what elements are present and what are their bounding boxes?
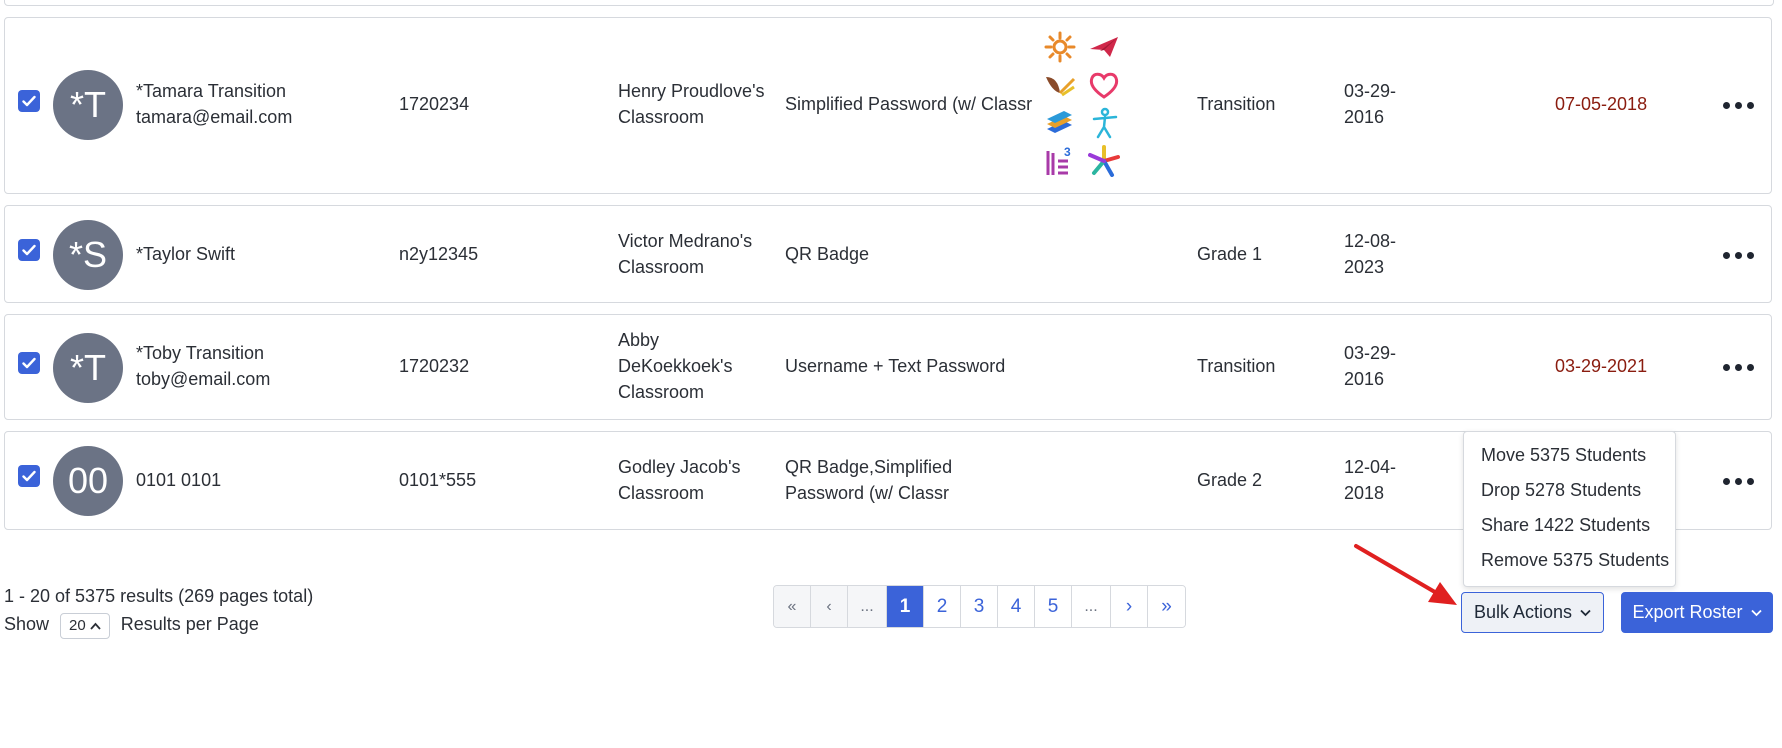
- student-name[interactable]: *Toby Transition: [136, 340, 270, 366]
- page-3-button[interactable]: 3: [961, 586, 998, 627]
- menu-item-remove[interactable]: Remove 5375 Students: [1481, 550, 1669, 571]
- bulk-actions-label: Bulk Actions: [1473, 602, 1573, 622]
- sun-app-icon: [1044, 31, 1076, 63]
- avatar: *S: [53, 220, 123, 290]
- avatar: *T: [53, 333, 123, 403]
- pinwheel-app-icon: [1088, 145, 1120, 177]
- avatar: 00: [53, 446, 123, 516]
- prev-page-button[interactable]: ‹: [811, 586, 848, 627]
- student-name[interactable]: *Taylor Swift: [136, 241, 235, 267]
- per-page-row: Show 20 Results per Page: [4, 610, 313, 639]
- classroom: Victor Medrano's Classroom: [618, 231, 753, 277]
- student-name-cell: *Tamara Transition tamara@email.com: [136, 78, 292, 130]
- birthdate: 03-29-2016: [1344, 81, 1397, 127]
- table-row[interactable]: *T *Tamara Transition tamara@email.com 1…: [4, 17, 1772, 194]
- ellipsis-left: ...: [848, 586, 887, 627]
- ll3-app-icon: 3: [1046, 145, 1071, 175]
- login-method: Simplified Password (w/ Classr: [785, 94, 1033, 114]
- menu-item-move[interactable]: Move 5375 Students: [1481, 445, 1646, 466]
- more-actions-icon[interactable]: [1723, 252, 1754, 259]
- row-checkbox[interactable]: [18, 352, 40, 374]
- row-checkbox[interactable]: [18, 465, 40, 487]
- svg-text:3: 3: [1064, 145, 1071, 159]
- login-method: QR Badge: [785, 244, 870, 264]
- person-app-icon: [1092, 107, 1118, 139]
- student-id: n2y12345: [399, 244, 479, 264]
- check-icon: [22, 95, 36, 107]
- heart-app-icon: [1089, 72, 1119, 99]
- grade: Transition: [1197, 356, 1276, 376]
- student-name[interactable]: *Tamara Transition: [136, 78, 292, 104]
- classroom: Godley Jacob's Classroom: [618, 457, 741, 503]
- chevron-up-icon: [90, 622, 101, 630]
- student-id: 0101*555: [399, 470, 477, 490]
- leaf-app-icon: [1046, 77, 1076, 97]
- row-checkbox[interactable]: [18, 90, 40, 112]
- first-page-button[interactable]: «: [774, 586, 811, 627]
- apps-grid: 3: [1044, 31, 1132, 177]
- birthdate: 12-08-2023: [1344, 231, 1397, 277]
- chevron-down-icon: [1750, 609, 1762, 616]
- student-id: 1720232: [399, 356, 470, 376]
- bulk-actions-menu: Move 5375 Students Drop 5278 Students Sh…: [1463, 431, 1676, 587]
- page-1-button[interactable]: 1: [887, 586, 924, 627]
- grade: Transition: [1197, 94, 1276, 114]
- date-cell: 03-29-2021: [1555, 356, 1648, 376]
- results-summary: 1 - 20 of 5375 results (269 pages total)…: [4, 582, 313, 639]
- student-name[interactable]: 0101 0101: [136, 467, 221, 493]
- chevron-down-icon: [1580, 609, 1591, 616]
- classroom: Henry Proudlove's Classroom: [618, 81, 765, 127]
- row-checkbox[interactable]: [18, 239, 40, 261]
- more-actions-icon[interactable]: [1723, 102, 1754, 109]
- birthdate: 12-04-2018: [1344, 457, 1397, 503]
- per-page-select[interactable]: 20: [60, 613, 110, 639]
- paper-plane-app-icon: [1090, 37, 1118, 57]
- avatar: *T: [53, 70, 123, 140]
- grade: Grade 2: [1197, 470, 1263, 490]
- login-method: Username + Text Password: [785, 356, 1006, 376]
- classroom: Abby DeKoekkoek's Classroom: [618, 330, 733, 402]
- table-row[interactable]: *S *Taylor Swift n2y12345 Victor Medrano…: [4, 205, 1772, 303]
- date-cell: 07-05-2018: [1555, 94, 1648, 114]
- table-row[interactable]: *T *Toby Transition toby@email.com 17202…: [4, 314, 1772, 420]
- results-count: 1 - 20 of 5375 results (269 pages total): [4, 586, 314, 606]
- more-actions-icon[interactable]: [1723, 364, 1754, 371]
- ellipsis-right: ...: [1072, 586, 1111, 627]
- page-4-button[interactable]: 4: [998, 586, 1035, 627]
- more-actions-icon[interactable]: [1723, 478, 1754, 485]
- next-page-button[interactable]: ›: [1111, 586, 1148, 627]
- export-roster-label: Export Roster: [1632, 602, 1743, 622]
- check-icon: [22, 244, 36, 256]
- menu-item-share[interactable]: Share 1422 Students: [1481, 515, 1650, 536]
- login-method: QR Badge,Simplified Password (w/ Classr: [785, 457, 953, 503]
- bulk-actions-button[interactable]: Bulk Actions: [1461, 592, 1604, 633]
- pagination: « ‹ ... 1 2 3 4 5 ... › »: [773, 585, 1186, 628]
- student-email: tamara@email.com: [136, 107, 293, 127]
- student-email: toby@email.com: [136, 369, 271, 389]
- menu-item-drop[interactable]: Drop 5278 Students: [1481, 480, 1641, 501]
- books-app-icon: [1047, 111, 1072, 133]
- grade: Grade 1: [1197, 244, 1263, 264]
- student-name-cell: *Toby Transition toby@email.com: [136, 340, 270, 392]
- birthdate: 03-29-2016: [1344, 343, 1397, 389]
- page-2-button[interactable]: 2: [924, 586, 961, 627]
- check-icon: [22, 357, 36, 369]
- student-id: 1720234: [399, 94, 470, 114]
- per-page-suffix: Results per Page: [120, 614, 259, 634]
- check-icon: [22, 470, 36, 482]
- per-page-value: 20: [69, 617, 86, 634]
- last-page-button[interactable]: »: [1148, 586, 1185, 627]
- page-5-button[interactable]: 5: [1035, 586, 1072, 627]
- previous-row-edge: [4, 0, 1774, 6]
- show-label: Show: [4, 614, 50, 634]
- export-roster-button[interactable]: Export Roster: [1621, 592, 1773, 633]
